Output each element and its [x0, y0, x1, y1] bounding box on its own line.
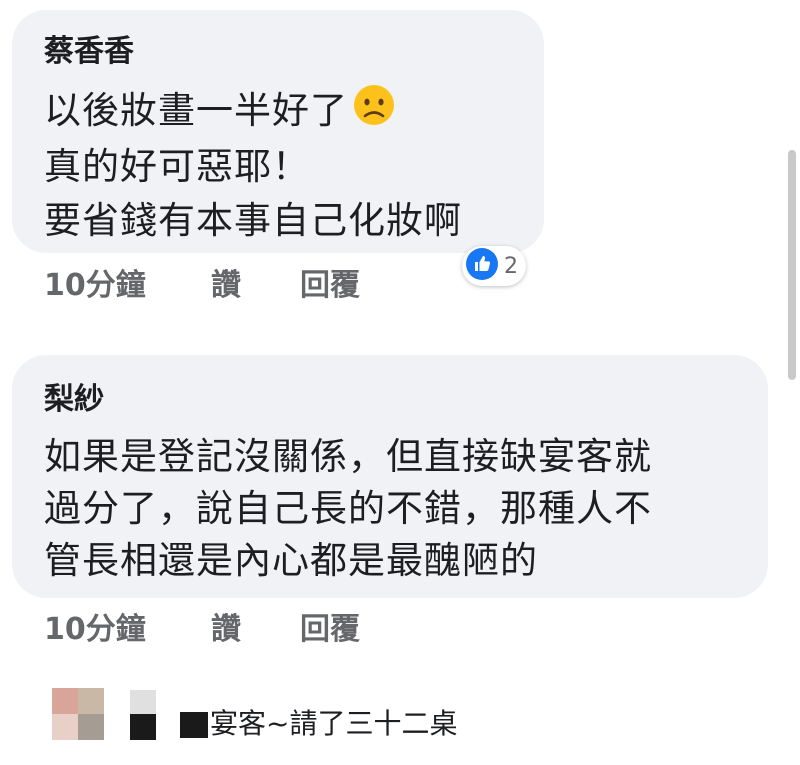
- comment-text-line: 管長相還是內心都是最醜陋的: [44, 539, 538, 582]
- scrollbar[interactable]: [788, 150, 796, 380]
- comment-text-span: 以後妝畫一半好了: [44, 89, 348, 132]
- comment-text-line: 真的好可惡耶！: [44, 145, 310, 188]
- comment-author-name[interactable]: 蔡香香: [44, 26, 134, 70]
- reaction-summary[interactable]: 2: [462, 246, 526, 286]
- avatar[interactable]: [52, 688, 104, 740]
- comment-text-line: 要省錢有本事自己化妝啊: [44, 199, 462, 242]
- comment-author-name[interactable]: 梨紗: [44, 374, 104, 418]
- like-link[interactable]: 讚: [211, 260, 241, 304]
- reply-preview-text: 宴客~請了三十二桌: [210, 707, 458, 740]
- like-link[interactable]: 讚: [211, 604, 241, 648]
- reaction-count: 2: [504, 253, 518, 279]
- reply-link[interactable]: 回覆: [300, 604, 360, 648]
- reply-link[interactable]: 回覆: [300, 260, 360, 304]
- comment-timestamp[interactable]: 10分鐘: [44, 260, 146, 304]
- comment-text-line: 過分了，說自己長的不錯，那種人不: [44, 487, 652, 530]
- comment-text-line: 以後妝畫一半好了: [44, 80, 396, 136]
- censored-name-block: [180, 712, 208, 738]
- comment-thread: 蔡香香 以後妝畫一半好了 真的好可惡耶！ 要省錢有本事自己化妝啊 2 10分鐘 …: [0, 0, 800, 765]
- comment-timestamp[interactable]: 10分鐘: [44, 604, 146, 648]
- comment-text-line: 如果是登記沒關係，但直接缺宴客就: [44, 435, 652, 478]
- like-reaction-icon: [466, 248, 498, 284]
- censored-name-block: [130, 690, 156, 740]
- worried-face-icon: [352, 83, 396, 136]
